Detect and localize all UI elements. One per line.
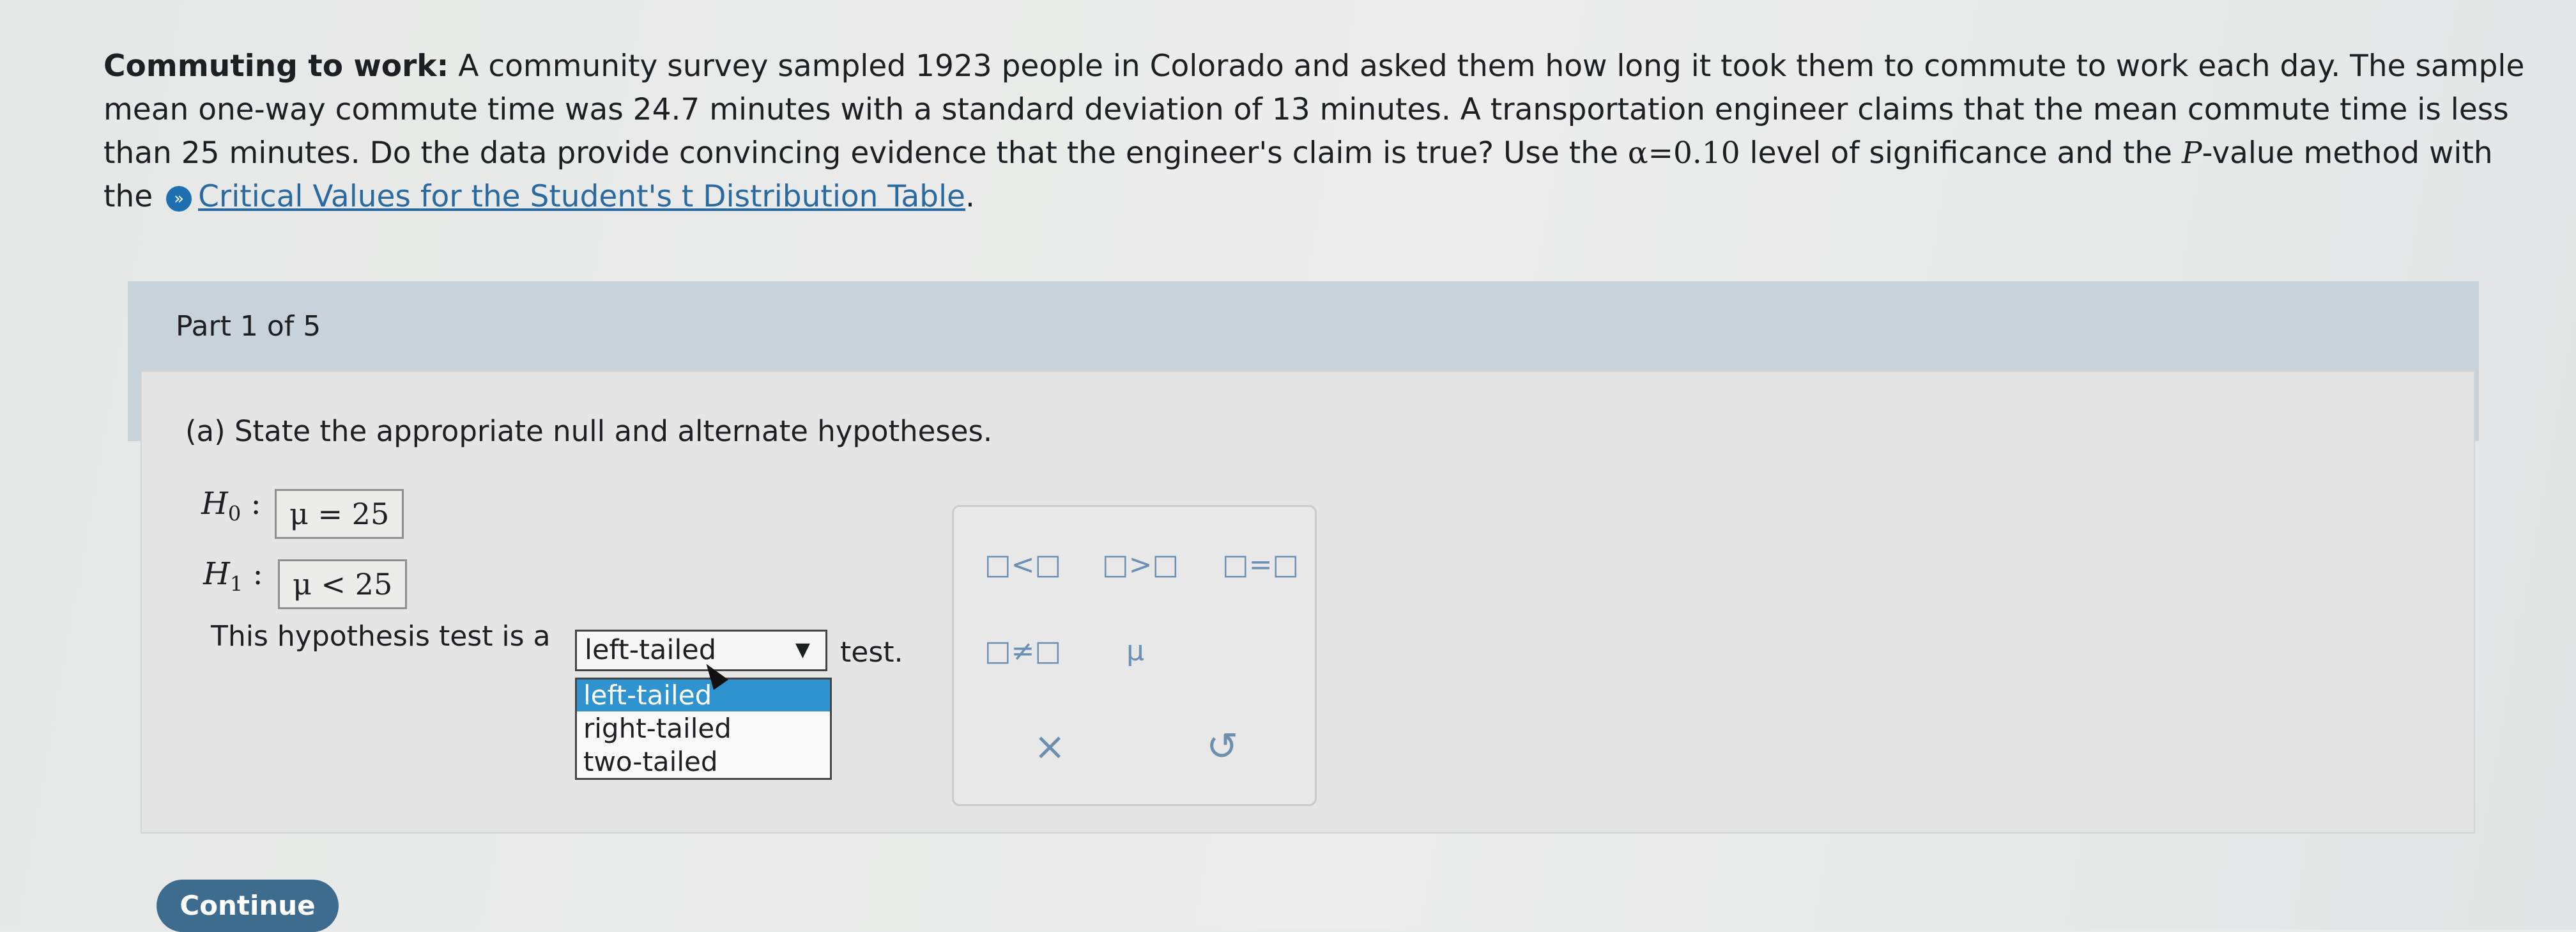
tail-type-dropdown: left-tailed right-tailed two-tailed — [575, 678, 832, 780]
problem-line-1: Commuting to work: A community survey sa… — [103, 49, 2525, 84]
alpha-expression: α=0.10 — [1627, 136, 1740, 171]
info-icon[interactable]: » — [166, 185, 192, 212]
not-equal-button[interactable]: □≠□ — [985, 635, 1061, 667]
clear-icon[interactable]: × — [1034, 724, 1066, 769]
mu-button[interactable]: μ — [1126, 635, 1144, 667]
problem-title: Commuting to work: — [103, 49, 449, 84]
continue-button[interactable]: Continue — [157, 880, 339, 932]
greater-than-button[interactable]: □>□ — [1102, 548, 1179, 581]
equal-button[interactable]: □=□ — [1222, 548, 1299, 581]
test-sentence-prefix: This hypothesis test is a — [211, 620, 551, 653]
problem-statement: Commuting to work: A community survey sa… — [103, 45, 2531, 219]
question-prompt: (a) State the appropriate null and alter… — [185, 414, 993, 448]
h0-answer-box[interactable]: μ = 25 — [275, 489, 404, 539]
h1-label: H1 : — [203, 556, 263, 596]
undo-icon[interactable]: ↺ — [1206, 724, 1238, 769]
problem-line-4: the » Critical Values for the Student's t… — [103, 179, 975, 214]
p-letter: P — [2181, 136, 2202, 171]
part-label: Part 1 of 5 — [176, 310, 321, 343]
problem-line-2: mean one-way commute time was 24.7 minut… — [103, 92, 2509, 127]
math-palette: □<□ □>□ □=□ □≠□ μ × ↺ — [952, 505, 1317, 806]
critical-values-link[interactable]: Critical Values for the Student's t Dist… — [198, 179, 965, 214]
h0-label: H0 : — [201, 486, 261, 526]
tail-type-selected-value: left-tailed — [585, 634, 717, 666]
less-than-button[interactable]: □<□ — [985, 548, 1061, 581]
problem-line-3: than 25 minutes. Do the data provide con… — [103, 136, 2493, 171]
tail-type-select[interactable]: left-tailed ▼ — [575, 630, 827, 671]
chevron-down-icon: ▼ — [795, 639, 810, 661]
option-two-tailed[interactable]: two-tailed — [577, 746, 830, 778]
option-left-tailed[interactable]: left-tailed — [577, 680, 830, 711]
option-right-tailed[interactable]: right-tailed — [577, 713, 830, 745]
h1-answer-box[interactable]: μ < 25 — [278, 559, 408, 609]
test-sentence-suffix: test. — [840, 636, 903, 669]
